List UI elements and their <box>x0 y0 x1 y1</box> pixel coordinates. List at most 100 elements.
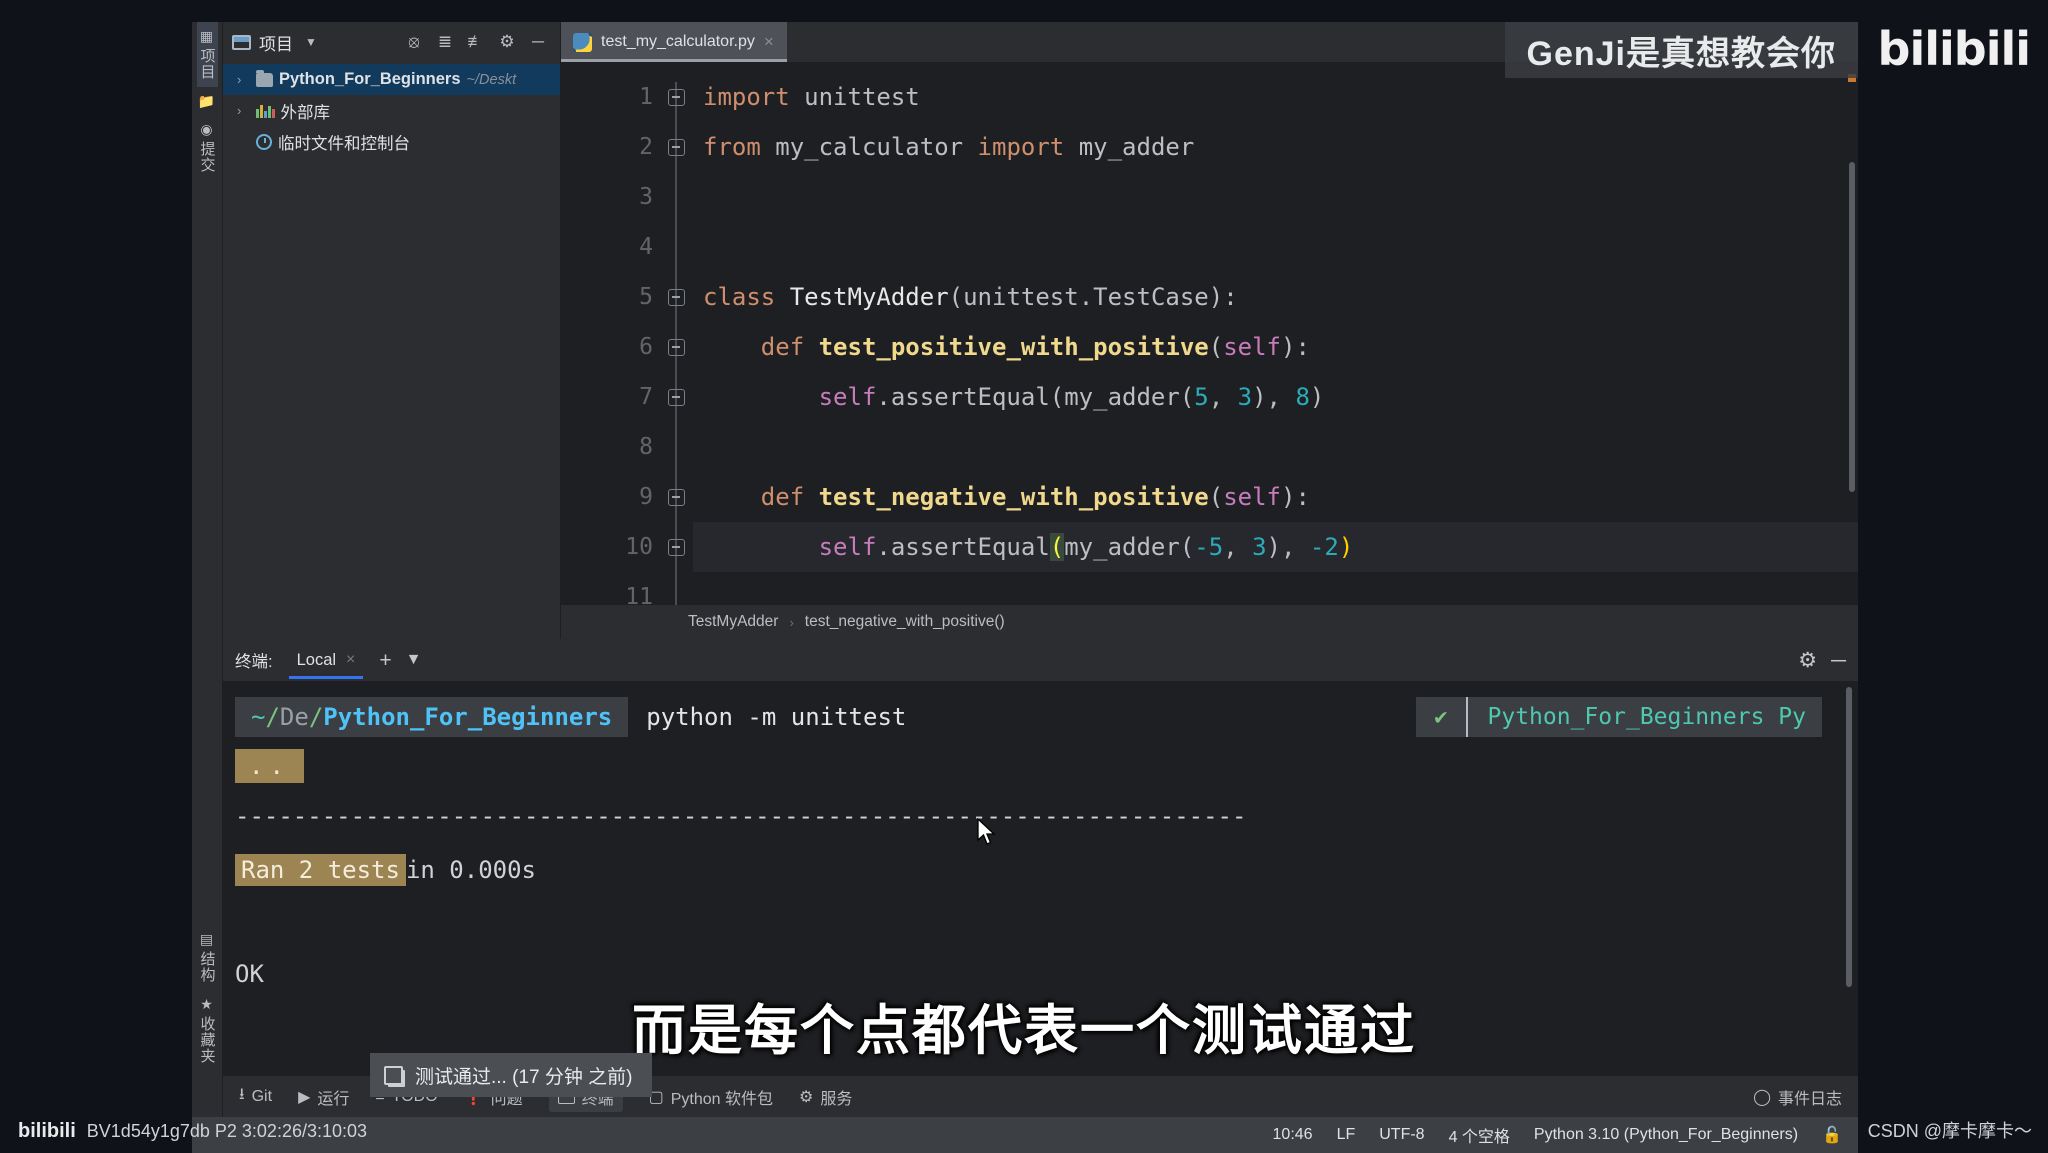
code-line-9[interactable]: def test_negative_with_positive(self): <box>693 472 1858 522</box>
notification-toast[interactable]: 测试通过... (17 分钟 之前) <box>370 1053 653 1097</box>
indent-setting[interactable]: 4 个空格 <box>1449 1123 1510 1147</box>
editor-tab-label: test_my_calculator.py <box>601 33 755 50</box>
collapse-icon[interactable] <box>667 138 685 156</box>
line-number-text: 9 <box>639 484 653 510</box>
code-token: 5 <box>1194 383 1209 411</box>
structure-icon: ▤ <box>199 931 215 947</box>
collapse-icon[interactable] <box>667 288 685 306</box>
tree-item-project-root[interactable]: › Python_For_Beginners ~/Deskt <box>223 64 560 95</box>
python-interpreter[interactable]: Python 3.10 (Python_For_Beginners) <box>1534 1126 1798 1144</box>
terminal-prompt-line: ~ / De / Python_For_Beginners python -m unit… <box>235 693 1858 741</box>
tool-window-structure[interactable]: ▤ 结构 <box>197 925 218 990</box>
breadcrumb-class[interactable]: TestMyAdder <box>688 613 778 631</box>
services-icon: ⚙ <box>799 1088 814 1106</box>
status-python-packages[interactable]: ▢ Python 软件包 <box>649 1085 773 1109</box>
code-line-11[interactable] <box>693 572 1858 605</box>
code-token: import <box>977 133 1065 161</box>
terminal-scrollbar-thumb[interactable] <box>1846 687 1852 987</box>
collapse-icon[interactable] <box>667 538 685 556</box>
tree-item-external-libraries[interactable]: › 外部库 <box>223 95 560 126</box>
terminal-ran-line: Ran 2 tests in 0.000s <box>235 841 1858 899</box>
info-strip-right: 10:46 LF UTF-8 4 个空格 Python 3.10 (Python… <box>1273 1123 1842 1147</box>
code-token: TestMyAdder <box>789 283 949 311</box>
caret-position[interactable]: 10:46 <box>1273 1126 1313 1144</box>
chevron-right-icon[interactable]: › <box>237 72 250 87</box>
code-line-5[interactable]: class TestMyAdder (unittest.TestCase): <box>693 272 1858 322</box>
file-encoding[interactable]: UTF-8 <box>1379 1126 1424 1144</box>
code-line-2[interactable]: from my_calculator import my_adder <box>693 122 1858 172</box>
collapse-icon[interactable] <box>667 338 685 356</box>
chevron-down-icon[interactable]: ▼ <box>298 29 324 55</box>
code-token: ): <box>1281 483 1310 511</box>
chevron-down-icon[interactable]: ▼ <box>406 652 422 668</box>
minimize-icon[interactable]: ─ <box>1831 650 1846 671</box>
tool-window-project[interactable]: ▦ 项目 <box>196 22 218 87</box>
fold-toggle[interactable] <box>659 122 693 172</box>
code-line-10[interactable]: self .assertEqual(my_adder(-5, 3), -2) <box>693 522 1858 572</box>
gear-icon[interactable]: ⚙ <box>1798 650 1817 671</box>
status-event-log[interactable]: ◯ 事件日志 <box>1753 1085 1842 1109</box>
video-subtitle: 而是每个点都代表一个测试通过 <box>632 1001 1416 1061</box>
lock-icon[interactable]: 🔓 <box>1822 1125 1842 1145</box>
tool-window-bookmarks[interactable]: ★ 收藏夹 <box>197 990 218 1071</box>
csdn-watermark: CSDN @摩卡摩卡～ <box>1867 1121 2032 1141</box>
editor-scrollbar[interactable] <box>1846 62 1858 605</box>
hide-panel-icon[interactable]: ─ <box>525 29 551 55</box>
git-branch-icon: ⭳ <box>239 1086 245 1103</box>
terminal-session-local[interactable]: Local × <box>287 639 366 681</box>
status-services-label: 服务 <box>820 1090 853 1108</box>
line-number: 7 <box>639 384 653 410</box>
code-token: (unittest.TestCase): <box>948 283 1238 311</box>
fold-toggle[interactable] <box>659 522 693 572</box>
collapse-icon[interactable] <box>667 88 685 106</box>
code-token: my_adder <box>1064 133 1195 161</box>
code-token: def <box>760 333 805 361</box>
status-git[interactable]: ⭳ Git <box>239 1083 272 1110</box>
bilibili-logo: bilibili <box>1877 22 2031 76</box>
locate-icon[interactable]: ⦻ <box>401 29 427 55</box>
collapse-all-icon[interactable]: ≢ <box>463 29 489 55</box>
line-number: 1 <box>639 84 653 110</box>
chevron-right-icon[interactable]: › <box>237 103 250 118</box>
fold-toggle[interactable] <box>659 372 693 422</box>
code-line-1[interactable]: import unittest <box>693 72 1858 122</box>
scrollbar-thumb[interactable] <box>1849 162 1855 492</box>
project-window-icon <box>232 34 251 50</box>
close-icon[interactable]: × <box>346 651 355 669</box>
collapse-icon[interactable] <box>667 388 685 406</box>
fold-toggle[interactable] <box>659 322 693 372</box>
code-line-6[interactable]: def test_positive_with_positive(self): <box>693 322 1858 372</box>
code-line-3[interactable] <box>693 172 1858 222</box>
status-event-log-label: 事件日志 <box>1777 1090 1842 1108</box>
editor-tab-test-my-calculator[interactable]: test_my_calculator.py × <box>561 22 787 62</box>
expand-all-icon[interactable]: ≣ <box>432 29 458 55</box>
fold-toggle[interactable] <box>659 272 693 322</box>
status-run[interactable]: ▶ 运行 <box>298 1085 349 1109</box>
tool-window-commit[interactable]: ◉ 提交 <box>197 115 218 180</box>
fold-toggle[interactable] <box>659 472 693 522</box>
code-token: -5 <box>1194 533 1224 561</box>
channel-watermark: GenJi是真想教会你 <box>1504 22 1858 78</box>
prompt-tilde: ~ <box>251 703 266 731</box>
source-code[interactable]: import unittest from my_calculator import… <box>693 62 1858 605</box>
settings-gear-icon[interactable]: ⚙ <box>494 29 520 55</box>
code-token: ( <box>1208 333 1224 361</box>
tool-window-commit-label: 提交 <box>198 141 216 173</box>
fold-toggle[interactable] <box>659 72 693 122</box>
collapse-icon[interactable] <box>667 488 685 506</box>
status-services[interactable]: ⚙ 服务 <box>799 1085 852 1109</box>
add-terminal-icon[interactable]: + <box>379 650 391 671</box>
code-line-7[interactable]: self .assertEqual(my_adder(5, 3), 8) <box>693 372 1858 422</box>
code-editor[interactable]: 1 2 3 4 5 ▶ 6 ▶ 7 <box>561 62 1858 605</box>
tool-window-folder-shortcut[interactable]: 📁 <box>198 87 216 115</box>
code-token: my_calculator <box>760 133 978 161</box>
close-icon[interactable]: × <box>764 32 774 52</box>
breadcrumb-method[interactable]: test_negative_with_positive() <box>805 613 1005 631</box>
tree-item-scratches[interactable]: 临时文件和控制台 <box>223 126 560 157</box>
code-line-4[interactable] <box>693 222 1858 272</box>
line-separator[interactable]: LF <box>1337 1126 1356 1144</box>
code-line-8[interactable] <box>693 422 1858 472</box>
